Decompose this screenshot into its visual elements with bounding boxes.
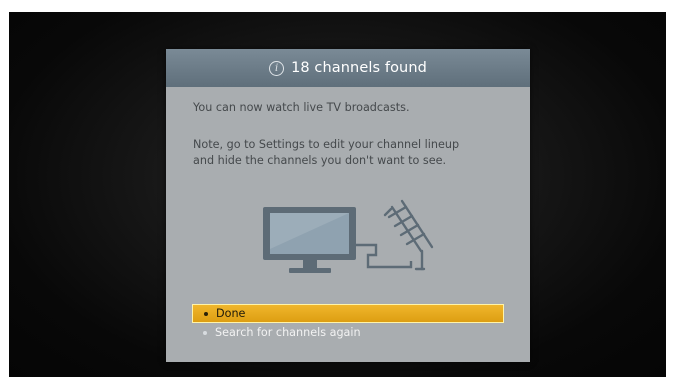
tv-display: i 18 channels found You can now watch li… [9,12,666,377]
option-done-label: Done [216,307,246,320]
selected-bullet-icon [204,311,208,316]
tv-antenna-illustration [263,199,434,273]
television-icon [263,207,356,273]
message-settings-line-2: and hide the channels you don't want to … [193,154,447,167]
screen: i 18 channels found You can now watch li… [0,0,678,387]
message-settings-note: Note, go to Settings to edit your channe… [193,137,513,169]
dialog-header: i 18 channels found [166,49,530,87]
option-search-again[interactable]: Search for channels again [192,323,504,342]
message-settings-line-1: Note, go to Settings to edit your channe… [193,138,460,151]
info-icon: i [269,60,285,76]
option-done[interactable]: Done [192,304,504,323]
bullet-icon [203,330,207,335]
dialog-title: 18 channels found [291,60,427,76]
message-live-tv: You can now watch live TV broadcasts. [193,101,410,114]
options-list: Done Search for channels again [192,304,504,342]
channel-scan-dialog: i 18 channels found You can now watch li… [166,49,530,362]
antenna-icon [383,199,434,271]
option-search-again-label: Search for channels again [215,326,361,339]
